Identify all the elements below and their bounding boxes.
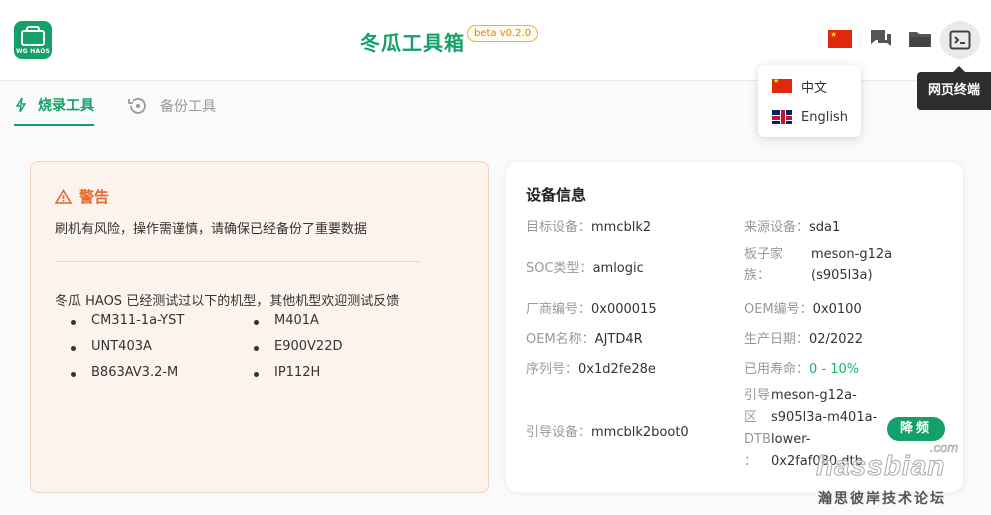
field-label: OEM名称： <box>526 332 595 347</box>
field-value: 0 - 10% <box>809 362 860 377</box>
toolbox-icon <box>21 30 45 46</box>
field-value: AJTD4R <box>594 332 643 347</box>
warning-title: 警告 <box>55 186 109 207</box>
field-value: lower- <box>771 432 811 447</box>
field-label: 族： <box>744 268 771 283</box>
watermark-tld: .com <box>930 440 959 456</box>
field-value: meson-g12a <box>811 247 893 262</box>
tab-label: 备份工具 <box>160 99 216 115</box>
field-label: DTB <box>744 432 771 447</box>
field-label: 来源设备： <box>744 220 810 235</box>
lifetime-field: 已用寿命：0 - 10% <box>744 358 859 377</box>
terminal-button[interactable] <box>940 21 980 59</box>
device-info-title: 设备信息 <box>526 186 587 204</box>
target-device-field: 目标设备：mmcblk2 <box>526 216 651 235</box>
list-item: B863AV3.2-M <box>69 365 178 380</box>
boot-device-field: 引导设备：mmcblk2boot0 <box>526 421 689 440</box>
field-label: 目标设备： <box>526 220 592 235</box>
oem-id-field: OEM编号：0x0100 <box>744 298 862 317</box>
warning-icon <box>55 189 72 204</box>
warning-title-text: 警告 <box>79 188 110 206</box>
list-item: E900V22D <box>252 339 342 354</box>
list-item: CM311-1a-YST <box>69 313 184 328</box>
list-item: IP112H <box>252 365 320 380</box>
tested-models-intro: 冬瓜 HAOS 已经测试过以下的机型，其他机型欢迎测试反馈 <box>55 294 400 309</box>
field-label: 已用寿命： <box>744 362 810 377</box>
soc-type-field: SOC类型：amlogic <box>526 257 644 276</box>
field-label: ： <box>744 454 758 469</box>
warning-card: 警告 刷机有风险，操作需谨慎，请确保已经备份了重要数据 冬瓜 HAOS 已经测试… <box>30 161 489 493</box>
backup-icon <box>128 98 146 114</box>
app-logo: WG HAOS <box>14 21 52 59</box>
chat-icon[interactable] <box>864 22 898 56</box>
list-item: M401A <box>252 313 319 328</box>
field-value: meson-g12a- <box>771 388 857 403</box>
field-value: 0x000015 <box>591 302 657 317</box>
field-label: 厂商编号： <box>526 302 592 317</box>
version-badge: beta v0.2.0 <box>467 25 539 42</box>
tab-label: 烧录工具 <box>38 98 94 114</box>
field-label: OEM编号： <box>744 302 813 317</box>
logo-text: WG HAOS <box>15 48 51 55</box>
source-device-field: 来源设备：sda1 <box>744 216 840 235</box>
field-value: 0x0100 <box>812 302 862 317</box>
field-label: 生产日期： <box>744 332 810 347</box>
oem-name-field: OEM名称：AJTD4R <box>526 328 643 347</box>
lightning-icon <box>15 97 27 113</box>
device-info-card: 设备信息 目标设备：mmcblk2 来源设备：sda1 SOC类型：amlogi… <box>505 161 964 493</box>
folder-icon[interactable] <box>903 22 937 56</box>
field-value: mmcblk2boot0 <box>591 425 689 440</box>
field-value: amlogic <box>592 261 644 276</box>
field-value: 02/2022 <box>809 332 864 347</box>
field-label: 引导设备： <box>526 425 592 440</box>
terminal-icon <box>943 23 977 57</box>
field-label: SOC类型： <box>526 261 593 276</box>
app-title: 冬瓜工具箱 <box>360 31 465 55</box>
field-label: 序列号： <box>526 362 579 377</box>
field-label: 引导 <box>744 388 771 403</box>
tab-backup-tool[interactable]: 备份工具 <box>127 95 216 117</box>
vendor-id-field: 厂商编号：0x000015 <box>526 298 657 317</box>
throttle-badge[interactable]: 降频 <box>887 417 945 441</box>
active-tab-indicator <box>14 124 94 126</box>
divider <box>55 261 421 262</box>
watermark-brand: hassbian <box>815 450 946 482</box>
serial-field: 序列号：0x1d2fe28e <box>526 358 656 377</box>
warning-message: 刷机有风险，操作需谨慎，请确保已经备份了重要数据 <box>55 222 368 237</box>
field-value: (s905l3a) <box>811 268 873 283</box>
watermark: hassbian .com 瀚思彼岸技术论坛 <box>812 440 982 512</box>
field-value: s905l3a-m401a- <box>771 410 878 425</box>
field-label: 板子家 <box>744 247 784 262</box>
field-label: 区 <box>744 410 758 425</box>
field-value: mmcblk2 <box>591 220 652 235</box>
list-item: UNT403A <box>69 339 152 354</box>
field-value: 0x1d2fe28e <box>578 362 656 377</box>
field-value: sda1 <box>809 220 841 235</box>
china-flag-icon[interactable] <box>828 30 852 48</box>
tab-flash-tool[interactable]: 烧录工具 <box>14 95 94 115</box>
watermark-subtitle: 瀚思彼岸技术论坛 <box>818 491 946 507</box>
tab-bar: 烧录工具 备份工具 <box>0 81 991 127</box>
mfg-date-field: 生产日期：02/2022 <box>744 328 863 347</box>
